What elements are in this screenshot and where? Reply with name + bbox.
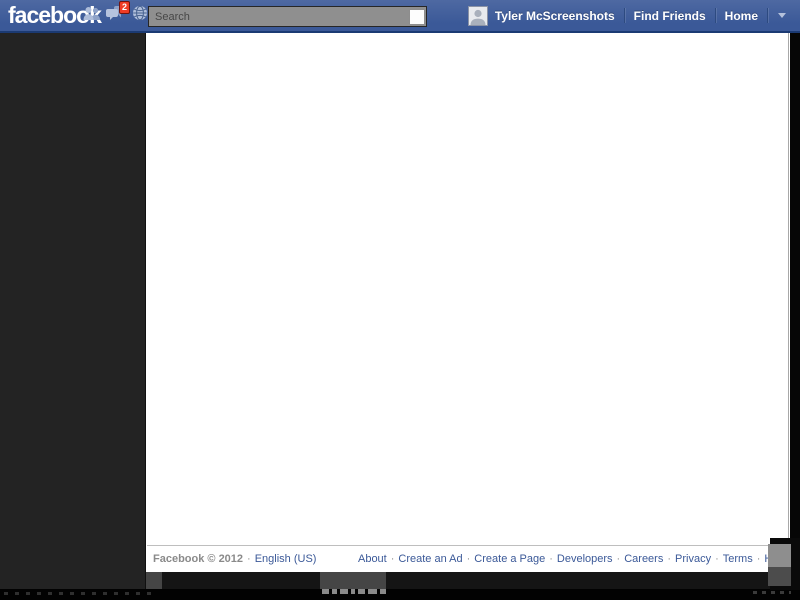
- footer-link-developers[interactable]: Developers: [557, 553, 613, 565]
- footer-separator: ·: [549, 553, 553, 565]
- profile-name: Tyler McScreenshots: [495, 9, 615, 23]
- search-button[interactable]: [409, 9, 425, 25]
- footer-link-terms[interactable]: Terms: [723, 553, 753, 565]
- facebook-page: facebook: [0, 0, 800, 600]
- footer-links: About · Create an Ad · Create a Page · D…: [358, 553, 787, 565]
- search-bar: [148, 6, 427, 27]
- chevron-down-icon: [778, 13, 786, 18]
- scrollbar-button[interactable]: [768, 567, 791, 586]
- language-link[interactable]: English (US): [255, 553, 317, 565]
- right-dark-strip: [790, 33, 800, 600]
- footer-link-about[interactable]: About: [358, 553, 387, 565]
- text-fragment-row: [753, 591, 791, 594]
- top-navigation-bar: facebook: [0, 0, 800, 33]
- footer-separator: ·: [391, 553, 395, 565]
- scrollbar-thumb[interactable]: [768, 544, 791, 567]
- home-link[interactable]: Home: [716, 0, 767, 31]
- ui-fragment-block: [146, 572, 162, 589]
- top-right-nav: Tyler McScreenshots Find Friends Home: [459, 0, 796, 31]
- messages-button[interactable]: 2: [104, 0, 128, 31]
- avatar: [468, 6, 488, 26]
- ui-fragment-block: [320, 572, 386, 589]
- footer-separator: ·: [467, 553, 471, 565]
- footer-link-careers[interactable]: Careers: [624, 553, 663, 565]
- copyright-text: Facebook © 2012: [153, 553, 243, 565]
- profile-link[interactable]: Tyler McScreenshots: [459, 0, 624, 31]
- text-fragment-row: [322, 589, 386, 595]
- left-dark-panel: [0, 33, 146, 600]
- footer-separator: ·: [757, 553, 761, 565]
- footer-left: Facebook © 2012 · English (US): [153, 553, 316, 565]
- account-menu-button[interactable]: [768, 0, 796, 31]
- footer-separator: ·: [715, 553, 719, 565]
- search-input[interactable]: [149, 8, 409, 25]
- bottom-black-strip: [0, 589, 800, 600]
- text-fragment-row: [4, 592, 154, 595]
- footer-separator: ·: [247, 553, 251, 565]
- main-content: [147, 33, 789, 545]
- footer-link-create-a-page[interactable]: Create a Page: [474, 553, 545, 565]
- footer: Facebook © 2012 · English (US) About · C…: [147, 545, 789, 572]
- quick-icons: 2: [80, 0, 152, 31]
- globe-icon: [132, 5, 148, 26]
- find-friends-link[interactable]: Find Friends: [625, 0, 715, 31]
- footer-separator: ·: [617, 553, 621, 565]
- friend-requests-button[interactable]: [80, 0, 104, 31]
- footer-link-privacy[interactable]: Privacy: [675, 553, 711, 565]
- footer-link-create-an-ad[interactable]: Create an Ad: [398, 553, 462, 565]
- friend-requests-icon: [83, 7, 101, 25]
- footer-separator: ·: [667, 553, 671, 565]
- bottom-dark-area: [147, 572, 790, 590]
